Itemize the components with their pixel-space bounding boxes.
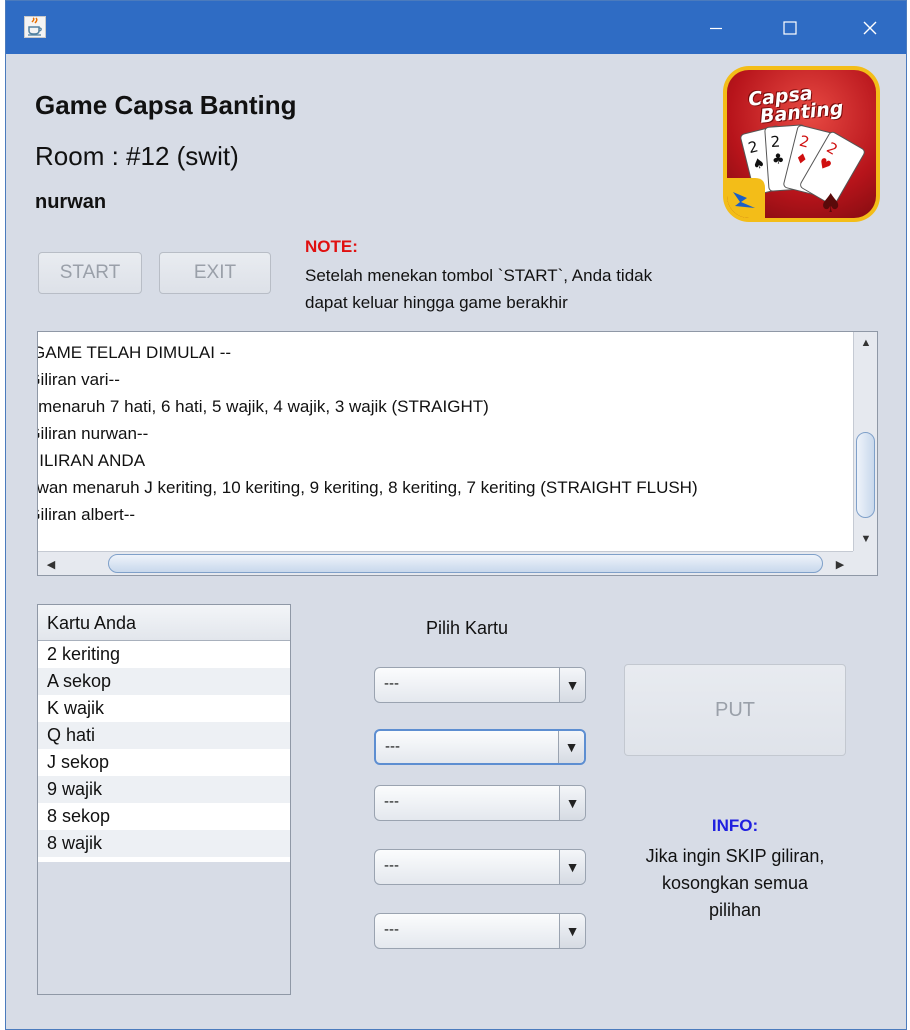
card-select-5[interactable]: --- ▼ [374,913,586,949]
card-select-2[interactable]: --- ▼ [374,729,586,765]
chevron-down-icon[interactable]: ▼ [559,850,585,884]
card-item[interactable]: 2 keriting [38,641,290,668]
exit-button[interactable]: EXIT [159,252,271,294]
card-select-3[interactable]: --- ▼ [374,785,586,821]
log-line: nurwan menaruh J keriting, 10 keriting, … [38,478,698,497]
logo-text: Capsa Banting [747,82,845,128]
java-icon[interactable] [24,16,46,38]
card-item[interactable]: A sekop [38,668,290,695]
note-label: NOTE: [305,237,358,256]
game-log-text: -- GAME TELAH DIMULAI -- --Giliran vari-… [38,336,851,550]
log-line: GILIRAN ANDA [38,451,146,470]
log-vertical-scrollbar[interactable]: ▲ ▼ [853,332,877,551]
log-line: --Giliran nurwan-- [38,424,149,443]
chevron-down-icon[interactable]: ▼ [559,914,585,948]
close-icon [863,21,877,34]
log-vertical-thumb[interactable] [856,432,875,518]
svg-text:♠: ♠ [819,189,842,218]
log-line: vari menaruh 7 hati, 6 hati, 5 wajik, 4 … [38,397,489,416]
close-button[interactable] [840,1,900,54]
log-horizontal-scrollbar[interactable]: ◀ ▶ [38,551,853,575]
player-name: nurwan [35,191,107,213]
minimize-icon [710,27,722,29]
put-button[interactable]: PUT [624,664,846,756]
log-line: --Giliran albert-- [38,505,136,524]
info-text: Jika ingin SKIP giliran, kosongkan semua… [645,846,825,920]
pilih-kartu-label: Pilih Kartu [426,618,509,638]
capsa-banting-logo: 2 ♠ 2 ♣ 2 ♦ 2 ♥ ♠ Capsa Banting [723,66,880,222]
log-horizontal-thumb[interactable] [108,554,823,573]
room-label: Room : #12 (swit) [35,141,239,171]
chevron-down-icon[interactable]: ▼ [559,786,585,820]
minimize-button[interactable] [686,1,746,54]
card-item[interactable]: 8 wajik [38,830,290,857]
scroll-up-icon[interactable]: ▲ [859,336,873,350]
game-title: Game Capsa Banting [35,90,297,120]
card-list[interactable]: Kartu Anda 2 keriting A sekop K wajik Q … [37,604,291,995]
card-select-4[interactable]: --- ▼ [374,849,586,885]
scroll-down-icon[interactable]: ▼ [859,532,873,546]
start-button[interactable]: START [38,252,142,294]
maximize-button[interactable] [760,1,820,54]
log-line: -- GAME TELAH DIMULAI -- [38,343,232,362]
note-text: Setelah menekan tombol `START`, Anda tid… [305,266,653,312]
card-item[interactable]: K wajik [38,695,290,722]
scroll-corner [853,551,877,575]
card-select-1[interactable]: --- ▼ [374,667,586,703]
card-list-header[interactable]: Kartu Anda [38,605,290,641]
card-item[interactable]: Q hati [38,722,290,749]
log-line: --Giliran vari-- [38,370,120,389]
card-list-empty-area [38,862,290,994]
chevron-down-icon[interactable]: ▼ [559,668,585,702]
scroll-right-icon[interactable]: ▶ [833,557,847,571]
card-item[interactable]: J sekop [38,749,290,776]
title-bar[interactable] [6,1,906,54]
svg-text:♣: ♣ [771,151,785,168]
card-item[interactable]: 8 sekop [38,803,290,830]
scroll-left-icon[interactable]: ◀ [44,557,58,571]
maximize-icon [783,20,797,35]
app-window: Game Capsa Banting Room : #12 (swit) nur… [5,0,907,1030]
chevron-down-icon[interactable]: ▼ [558,731,584,763]
info-label: INFO: [711,816,759,835]
card-item[interactable]: 9 wajik [38,776,290,803]
svg-text:2: 2 [770,132,781,151]
game-log[interactable]: -- GAME TELAH DIMULAI -- --Giliran vari-… [37,331,878,576]
